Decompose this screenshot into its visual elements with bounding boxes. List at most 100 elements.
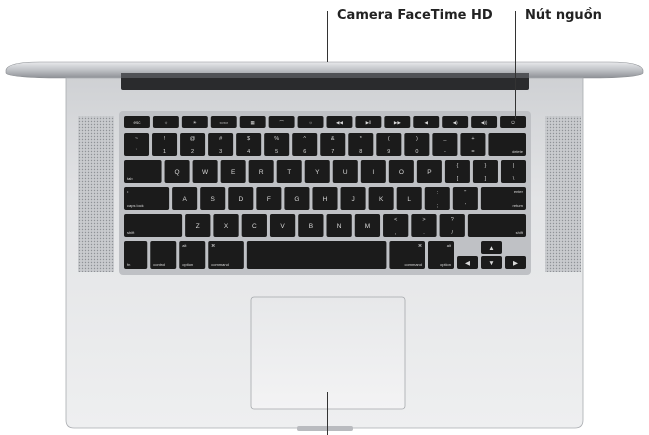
qwerty-row-key-tab[interactable]: tab	[124, 160, 162, 183]
home-row-key-h[interactable]: H	[312, 187, 338, 210]
number-row-key-1[interactable]: !1	[152, 133, 178, 156]
arrow-left-key[interactable]: ◀	[457, 256, 478, 269]
keyboard-light-up-key[interactable]: ☼	[297, 116, 324, 128]
space-bar-cap	[246, 241, 387, 269]
home-row-key-g[interactable]: G	[284, 187, 310, 210]
qwerty-row-key-u-label: U	[343, 169, 348, 176]
mute-key[interactable]: ◀	[413, 116, 440, 128]
escape-key[interactable]: esc	[124, 116, 150, 128]
home-row-key-return-label: return	[513, 203, 523, 208]
bottom-row-key-fn-label: fn	[127, 262, 130, 267]
qwerty-row-key-i[interactable]: I	[360, 160, 386, 183]
qwerty-row-key-r-label: R	[259, 169, 264, 176]
home-row-key-f[interactable]: F	[256, 187, 282, 210]
number-row-key-symbol[interactable]: _-	[432, 133, 458, 156]
number-row-key-0[interactable]: )0	[404, 133, 430, 156]
arrow-up-key[interactable]: ▲	[481, 241, 502, 254]
number-row-key-5[interactable]: %5	[264, 133, 290, 156]
home-row-key-j-label: J	[351, 196, 354, 203]
shift-row-key-x[interactable]: X	[213, 214, 239, 237]
space-bar[interactable]	[246, 241, 387, 269]
number-row-key-6[interactable]: ^6	[292, 133, 318, 156]
number-row-key-delete[interactable]: delete	[488, 133, 526, 156]
volume-up-icon: ◀))	[481, 120, 488, 125]
number-row-key-6-label: ^	[303, 136, 306, 142]
number-row-key-symbol[interactable]: ~`	[124, 133, 150, 156]
home-row-key-caps-lock[interactable]: •caps lock	[124, 187, 170, 210]
rewind-key[interactable]: ◀◀	[326, 116, 353, 128]
trackpad[interactable]	[250, 296, 406, 410]
qwerty-row-key-r[interactable]: R	[248, 160, 274, 183]
play-pause-key[interactable]: ▶ll	[355, 116, 382, 128]
qwerty-row-key-symbol[interactable]: |\	[500, 160, 526, 183]
fast-forward-key[interactable]: ▶▶	[384, 116, 411, 128]
number-row-key-0-label: )	[416, 136, 418, 142]
home-row-key-a[interactable]: A	[172, 187, 198, 210]
arrow-down-key[interactable]: ▼	[481, 256, 502, 269]
number-row-key-4[interactable]: $4	[236, 133, 262, 156]
qwerty-row-key-symbol[interactable]: {[	[444, 160, 470, 183]
qwerty-row-key-p[interactable]: P	[416, 160, 442, 183]
number-row-key-7[interactable]: &7	[320, 133, 346, 156]
keyboard-light-down-key[interactable]: ⌒	[268, 116, 295, 128]
shift-row-key-z-label: Z	[196, 223, 200, 230]
shift-row-key-symbol[interactable]: ?/	[439, 214, 465, 237]
bottom-row-key-control[interactable]: control	[150, 241, 177, 269]
home-row-key-k[interactable]: K	[368, 187, 394, 210]
volume-down-icon: ◀)	[453, 120, 458, 125]
home-row-key-l[interactable]: L	[396, 187, 422, 210]
shift-row-key-m[interactable]: M	[354, 214, 381, 237]
home-row-key-j[interactable]: J	[340, 187, 366, 210]
number-row-key-8[interactable]: *8	[348, 133, 374, 156]
qwerty-row-key-t[interactable]: T	[276, 160, 302, 183]
shift-row-key-symbol[interactable]: <,	[383, 214, 409, 237]
launchpad-key[interactable]: ▦	[239, 116, 266, 128]
qwerty-row-key-y[interactable]: Y	[304, 160, 330, 183]
shift-row-key-n[interactable]: N	[326, 214, 352, 237]
qwerty-row-key-w[interactable]: W	[192, 160, 218, 183]
number-row-key-3[interactable]: #3	[208, 133, 234, 156]
number-row-key-2-label: 2	[191, 149, 194, 155]
qwerty-row-key-u[interactable]: U	[332, 160, 358, 183]
home-row-key-s[interactable]: S	[200, 187, 226, 210]
qwerty-row-key-symbol-label: }	[485, 163, 487, 169]
power-leader-line	[515, 11, 516, 119]
bottom-row-key-option[interactable]: altoption	[428, 241, 454, 269]
home-row-key-return[interactable]: enter return	[480, 187, 526, 210]
qwerty-row-key-q[interactable]: Q	[164, 160, 190, 183]
qwerty-row-key-e[interactable]: E	[220, 160, 246, 183]
qwerty-row-key-tab-label: tab	[127, 176, 133, 181]
number-row-key-symbol[interactable]: +=	[460, 133, 486, 156]
volume-up-key[interactable]: ◀))	[471, 116, 498, 128]
shift-row-key-b[interactable]: B	[298, 214, 324, 237]
power-key[interactable]: ⏻	[500, 116, 526, 128]
home-row-key-symbol[interactable]: "'	[452, 187, 478, 210]
shift-row-key-symbol[interactable]: >.	[411, 214, 437, 237]
home-row-key-symbol[interactable]: :;	[424, 187, 450, 210]
home-row-key-d[interactable]: D	[228, 187, 254, 210]
shift-row-key-x-label: X	[224, 223, 229, 230]
shift-row-key-symbol-label: ?	[451, 217, 454, 223]
shift-row-key-shift[interactable]: shift	[124, 214, 183, 237]
qwerty-row-key-symbol[interactable]: }]	[472, 160, 498, 183]
shift-row-key-v[interactable]: V	[269, 214, 296, 237]
volume-down-key[interactable]: ◀)	[442, 116, 469, 128]
qwerty-row-key-o[interactable]: O	[388, 160, 414, 183]
shift-row-key-shift[interactable]: shift	[467, 214, 526, 237]
brightness-up-key[interactable]: ☀	[181, 116, 208, 128]
number-row-key-2[interactable]: @2	[180, 133, 206, 156]
shift-row-key-z[interactable]: Z	[185, 214, 211, 237]
bottom-row-key-command[interactable]: ⌘ command	[389, 241, 425, 269]
arrow-right-key[interactable]: ▶	[505, 256, 526, 269]
bottom-row-key-option[interactable]: altoption	[179, 241, 206, 269]
number-row-key-9[interactable]: (9	[376, 133, 402, 156]
brightness-down-key[interactable]: ☼	[152, 116, 179, 128]
shift-row-key-c[interactable]: C	[241, 214, 267, 237]
home-row-key-f-label: F	[267, 196, 271, 203]
bottom-row-key-fn[interactable]: fn	[124, 241, 148, 269]
mission-control-key[interactable]: ▭▭	[210, 116, 237, 128]
qwerty-row-key-symbol-label: {	[456, 163, 458, 169]
escape-icon: esc	[133, 120, 141, 125]
bottom-row-key-command[interactable]: ⌘ command	[208, 241, 244, 269]
arrow-down-key-label: ▼	[488, 260, 494, 267]
